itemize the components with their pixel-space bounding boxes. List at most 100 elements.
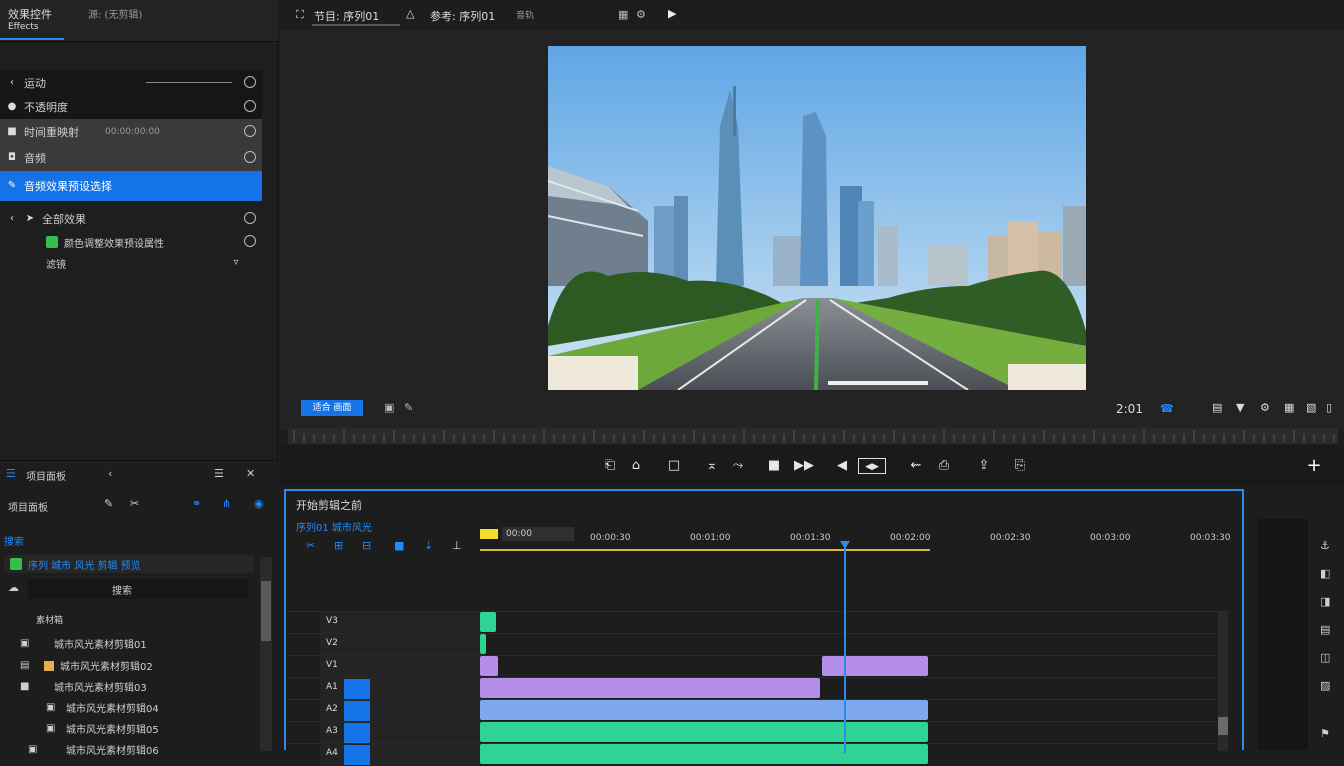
list-item[interactable]: ▣ 城市风光素材剪辑04 xyxy=(0,697,250,718)
scrollbar-thumb[interactable] xyxy=(261,581,271,641)
track-header[interactable]: V3 xyxy=(320,612,480,634)
property-row-motion[interactable]: ‹ 运动 xyxy=(0,70,262,96)
filter-icon[interactable]: ▿ xyxy=(230,257,242,269)
in-point-marker[interactable] xyxy=(480,529,498,539)
timeline-clip[interactable] xyxy=(480,612,496,632)
insert-icon[interactable]: ◀▶ xyxy=(858,458,886,474)
play-icon[interactable]: ■ xyxy=(766,458,782,474)
sequence-name[interactable]: 序列01 城市风光 xyxy=(296,519,372,534)
comparison-icon[interactable]: ⇪ xyxy=(976,458,992,474)
track-header[interactable]: V1 xyxy=(320,656,480,678)
marker-icon[interactable]: ■ xyxy=(394,539,404,552)
hand-tool-icon[interactable]: ⚑ xyxy=(1320,727,1330,740)
mark-in-icon[interactable]: ⎗ xyxy=(602,458,618,474)
grid-icon[interactable]: ▦ xyxy=(618,8,628,21)
timeline-clip[interactable] xyxy=(480,656,498,676)
fast-forward-icon[interactable]: ▶▶ xyxy=(794,458,814,474)
timeline-clip[interactable] xyxy=(480,634,486,654)
track-target-toggle[interactable] xyxy=(344,679,370,699)
list-item[interactable]: ▣ 城市风光素材剪辑05 xyxy=(0,718,250,739)
keyframe-icon[interactable] xyxy=(244,100,256,112)
track-row[interactable]: V1 xyxy=(286,655,1230,678)
razor-tool-icon[interactable]: ▤ xyxy=(1320,623,1330,636)
link-icon[interactable]: ⊟ xyxy=(362,539,371,552)
export-icon[interactable]: ⚙ xyxy=(1260,401,1270,414)
marker-icon[interactable]: ▼ xyxy=(1236,401,1244,414)
track-header[interactable]: A2 xyxy=(320,700,480,722)
property-value[interactable]: 00:00:00:00 xyxy=(105,127,160,137)
list-item[interactable]: ■ 城市风光素材剪辑03 xyxy=(0,676,250,697)
project-tab[interactable]: 项目面板 xyxy=(26,468,66,483)
panel-menu-icon[interactable]: ☰ xyxy=(214,467,224,480)
timeline-clip[interactable] xyxy=(822,656,928,676)
scissors-icon[interactable]: ✂ xyxy=(130,497,139,510)
reset-icon[interactable] xyxy=(244,76,256,88)
arrow-down-icon[interactable]: ⇣ xyxy=(424,539,433,552)
list-item[interactable]: ▤ 城市风光素材剪辑02 xyxy=(0,655,250,676)
track-select-icon[interactable]: ◧ xyxy=(1320,567,1330,580)
pen-icon[interactable]: ✎ xyxy=(104,497,113,510)
settings-icon[interactable]: ◉ xyxy=(254,497,264,510)
stop-icon[interactable]: □ xyxy=(666,458,682,474)
mark-out-icon[interactable]: ⌂ xyxy=(628,458,644,474)
scrollbar-thumb[interactable] xyxy=(1218,717,1228,735)
cloud-icon[interactable]: ☁ xyxy=(8,581,19,594)
vertical-scrollbar[interactable] xyxy=(1218,611,1228,751)
go-to-in-icon[interactable]: ⌅ xyxy=(704,458,720,474)
timecode-box[interactable]: 00:00 xyxy=(502,527,574,541)
settings-icon[interactable]: ⎘ xyxy=(1012,458,1028,474)
list-item[interactable]: ▣ 城市风光素材剪辑01 xyxy=(0,633,250,654)
phone-icon[interactable]: ☎ xyxy=(1160,402,1174,415)
track-header[interactable]: A4 xyxy=(320,744,480,766)
tab-program[interactable]: 节目: 序列01 xyxy=(314,8,379,24)
magnet-icon[interactable]: ⋔ xyxy=(222,497,231,510)
grid-icon[interactable]: ▦ xyxy=(1284,401,1294,414)
timecode-readout[interactable]: 2:01 xyxy=(1116,402,1143,416)
timeline-clip[interactable] xyxy=(480,744,928,764)
timeline-clip[interactable] xyxy=(480,700,928,720)
selection-tool-icon[interactable]: ⚓ xyxy=(1320,539,1330,552)
track-row[interactable]: V2 xyxy=(286,633,1230,656)
link-icon[interactable]: ⚭ xyxy=(192,497,201,510)
property-row-audio[interactable]: ◘ 音频 xyxy=(0,145,262,171)
slip-tool-icon[interactable]: ◫ xyxy=(1320,651,1330,664)
track-row[interactable]: V3 xyxy=(286,611,1230,634)
track-header[interactable]: A3 xyxy=(320,722,480,744)
wrench-icon[interactable]: ⊥ xyxy=(452,539,462,552)
work-area-bar[interactable] xyxy=(480,549,930,551)
tab-audio[interactable]: 音轨 xyxy=(516,8,534,21)
scrub-bar[interactable] xyxy=(288,428,1338,444)
reset-icon[interactable] xyxy=(244,235,256,247)
chevron-left-icon[interactable]: ‹ xyxy=(108,467,112,480)
ripple-tool-icon[interactable]: ◨ xyxy=(1320,595,1330,608)
pen-tool-icon[interactable]: ▨ xyxy=(1320,679,1330,692)
settings-icon[interactable]: ⚙ xyxy=(636,8,646,21)
zoom-icon[interactable]: ▧ xyxy=(1306,401,1316,414)
reset-icon[interactable] xyxy=(244,125,256,137)
scrollbar[interactable] xyxy=(260,557,272,751)
timeline-clip[interactable] xyxy=(480,678,820,698)
list-icon[interactable]: ☰ xyxy=(6,467,16,480)
export-frame-icon[interactable]: ⎙ xyxy=(936,458,952,474)
reset-icon[interactable] xyxy=(244,212,256,224)
time-ruler[interactable]: 00:00 00:00:30 00:01:00 00:01:30 00:02:00 00… xyxy=(480,521,1232,551)
add-button[interactable]: + xyxy=(1306,457,1322,475)
highlight-row[interactable]: 序列 城市 风光 剪辑 预览 xyxy=(4,555,254,573)
ripple-icon[interactable]: ✂ xyxy=(306,539,315,552)
settings-icon[interactable]: ▣ xyxy=(384,401,394,414)
timeline-clip[interactable] xyxy=(480,722,928,742)
monitor-icon[interactable]: ▤ xyxy=(1212,401,1222,414)
tab-source[interactable]: 源: (无剪辑) xyxy=(88,6,142,21)
property-row-selected[interactable]: ✎ 音频效果预设选择 xyxy=(0,171,262,201)
go-to-out-icon[interactable]: ◀ xyxy=(834,458,850,474)
property-row-filter[interactable]: 滤镜 ▿ xyxy=(0,250,262,276)
track-header[interactable]: A1 xyxy=(320,678,480,700)
step-back-icon[interactable]: ⤳ xyxy=(730,458,746,474)
reset-icon[interactable] xyxy=(244,151,256,163)
snap-icon[interactable]: ⊞ xyxy=(334,539,343,552)
fit-dropdown[interactable]: 适合 画面 xyxy=(301,400,363,416)
track-target-toggle[interactable] xyxy=(344,745,370,765)
property-slider[interactable] xyxy=(146,82,232,83)
track-header[interactable]: V2 xyxy=(320,634,480,656)
track-target-toggle[interactable] xyxy=(344,701,370,721)
